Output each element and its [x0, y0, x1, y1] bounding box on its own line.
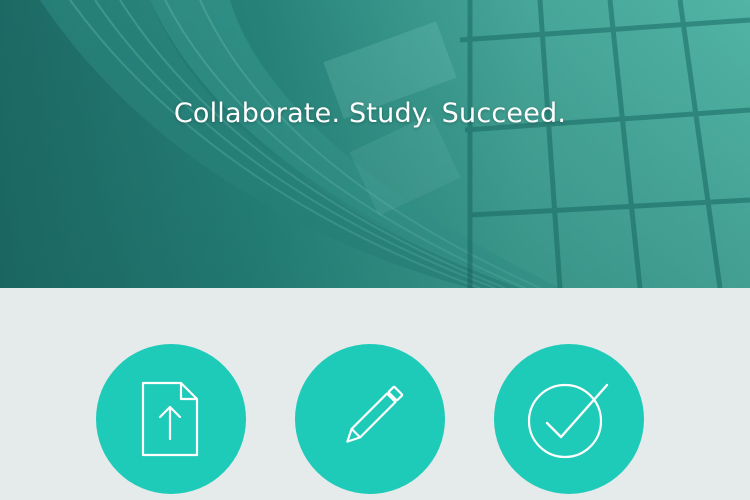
hero-overlay [0, 0, 750, 288]
feature-succeed[interactable] [494, 344, 644, 494]
pencil-icon [346, 385, 404, 443]
feature-upload[interactable] [96, 344, 246, 494]
feature-write[interactable] [295, 344, 445, 494]
hero-tagline: Collaborate. Study. Succeed. [173, 98, 567, 129]
hero-banner: Collaborate. Study. Succeed. [0, 0, 750, 288]
checkmark-circle-icon [527, 383, 609, 459]
features-section [0, 288, 750, 500]
upload-document-icon [141, 381, 199, 457]
